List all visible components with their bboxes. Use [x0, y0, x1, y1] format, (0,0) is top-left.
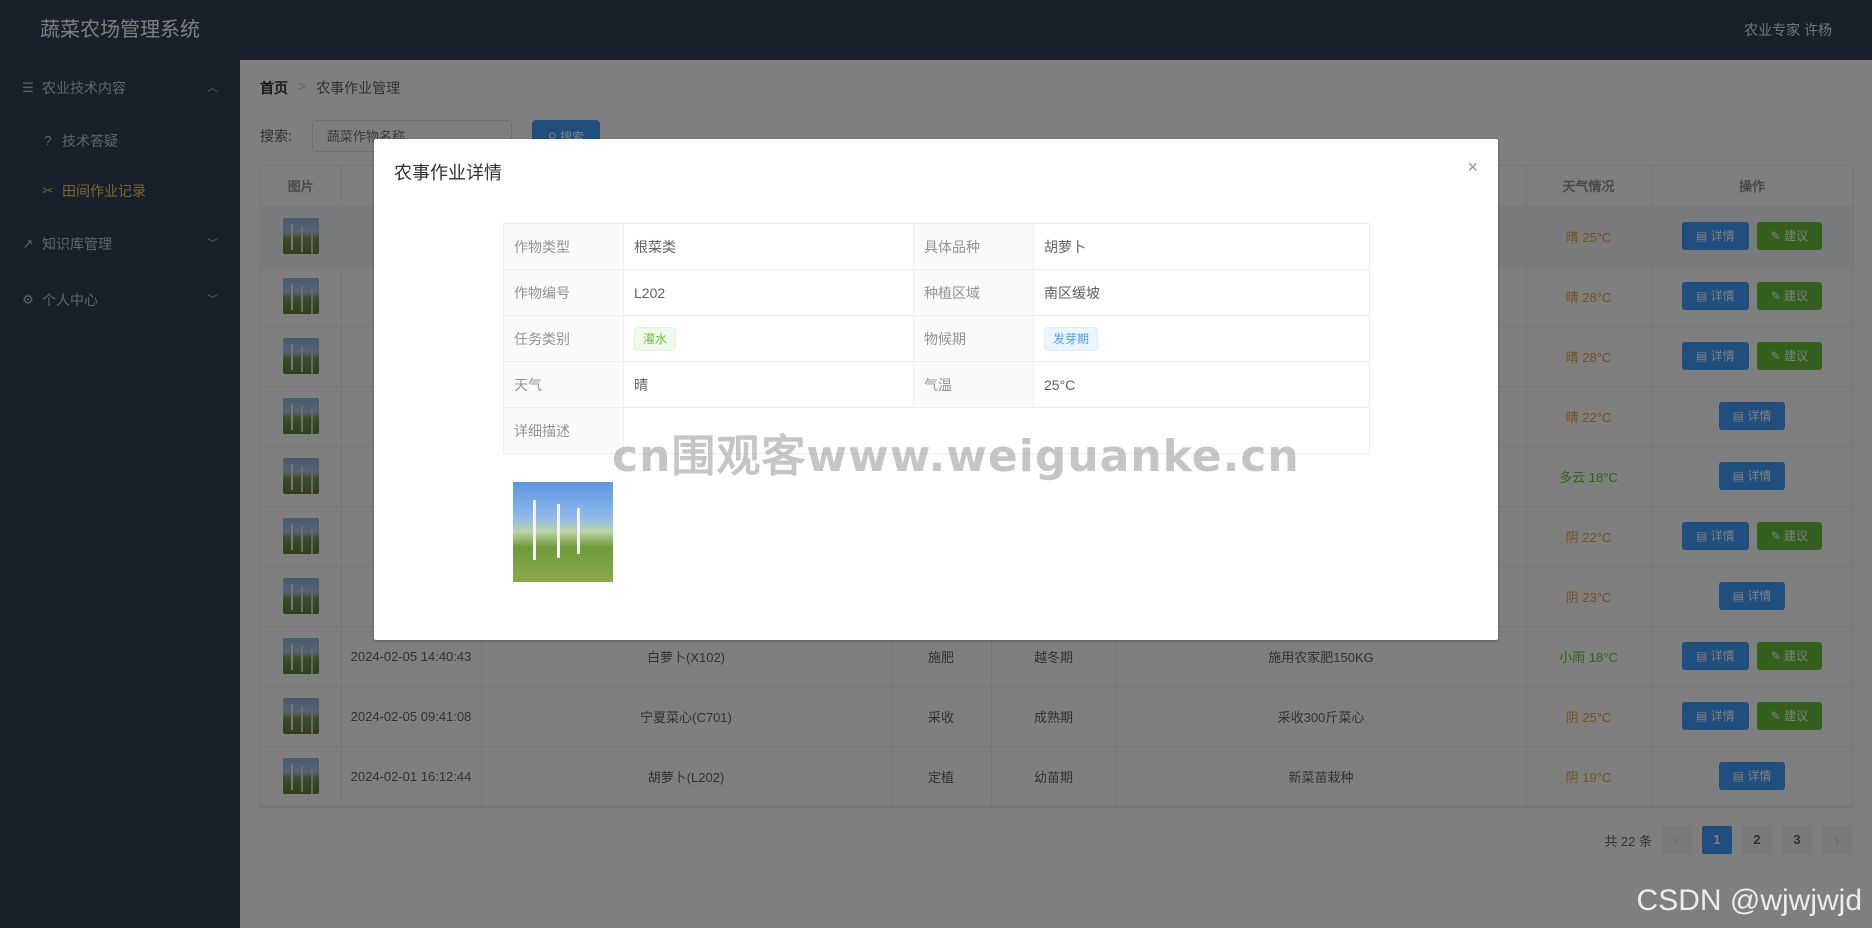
photo-pole — [533, 500, 536, 560]
temp-label: 气温 — [913, 361, 1034, 408]
phenology-tag: 发芽期 — [1044, 326, 1099, 351]
phenology-label: 物候期 — [913, 315, 1034, 362]
watermark-csdn: CSDN @wjwjwjd — [1636, 884, 1862, 917]
weather-label: 天气 — [503, 361, 624, 408]
area-value: 南区缓坡 — [1033, 269, 1370, 316]
crop-type-label: 作物类型 — [503, 223, 624, 270]
task-label: 任务类别 — [503, 315, 624, 362]
weather-value: 晴 — [623, 361, 914, 408]
task-value: 灌水 — [623, 315, 914, 362]
phenology-value: 发芽期 — [1033, 315, 1370, 362]
photo-pole — [557, 504, 560, 558]
watermark-center: cn围观客www.weiguanke.cn — [612, 431, 1300, 482]
crop-type-value: 根菜类 — [623, 223, 914, 270]
variety-value: 胡萝卜 — [1033, 223, 1370, 270]
desc-row: 作物类型 根菜类 具体品种 胡萝卜 — [503, 223, 1370, 270]
detail-dialog: 农事作业详情 × 作物类型 根菜类 具体品种 胡萝卜 作物编号 L202 种植区… — [374, 139, 1498, 640]
temp-value: 25°C — [1033, 361, 1370, 408]
area-label: 种植区域 — [913, 269, 1034, 316]
photo-pole — [577, 508, 580, 554]
variety-label: 具体品种 — [913, 223, 1034, 270]
task-tag: 灌水 — [634, 326, 677, 351]
dialog-title: 农事作业详情 — [394, 163, 502, 183]
close-icon[interactable]: × — [1467, 157, 1478, 178]
desc-label: 详细描述 — [503, 407, 624, 454]
crop-code-value: L202 — [623, 269, 914, 316]
crop-code-label: 作物编号 — [503, 269, 624, 316]
desc-row: 作物编号 L202 种植区域 南区缓坡 — [503, 269, 1370, 316]
desc-row: 任务类别 灌水 物候期 发芽期 — [503, 315, 1370, 362]
record-photo[interactable] — [513, 482, 613, 582]
desc-row: 天气 晴 气温 25°C — [503, 361, 1370, 408]
